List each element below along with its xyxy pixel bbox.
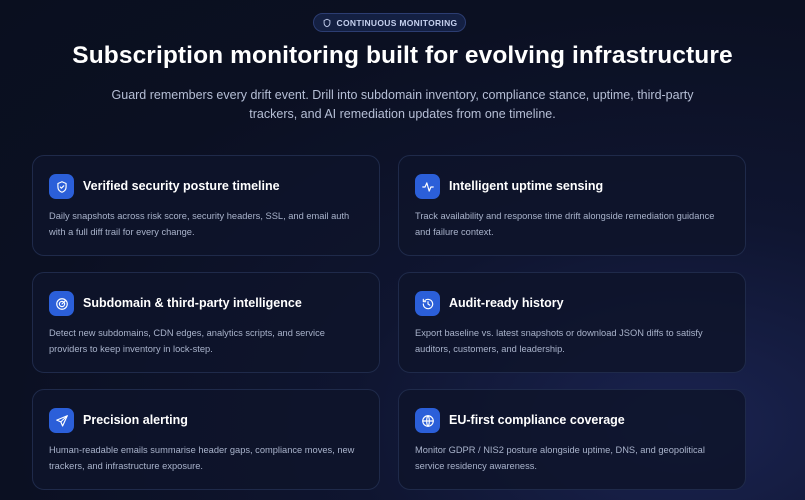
feature-title: Subdomain & third-party intelligence [83,296,302,310]
page-title: Subscription monitoring built for evolvi… [72,42,733,69]
feature-card-audit-history: Audit-ready history Export baseline vs. … [398,272,746,373]
feature-icon-box [415,291,440,316]
feature-title: Audit-ready history [449,296,564,310]
radar-icon [55,297,68,310]
send-icon [55,414,68,427]
feature-icon-box [49,291,74,316]
feature-icon-box [49,408,74,433]
feature-title: Intelligent uptime sensing [449,179,604,193]
section-badge: CONTINUOUS MONITORING [313,13,466,32]
feature-card-eu-compliance: EU-first compliance coverage Monitor GDP… [398,389,746,490]
feature-icon-box [415,408,440,433]
badge-label: CONTINUOUS MONITORING [336,17,458,28]
feature-description: Daily snapshots across risk score, secur… [49,211,350,237]
shield-icon [323,18,330,27]
feature-title: Verified security posture timeline [83,179,280,193]
feature-description: Detect new subdomains, CDN edges, analyt… [49,328,325,354]
feature-title: EU-first compliance coverage [449,413,625,427]
feature-description: Track availability and response time dri… [415,211,715,237]
feature-card-precision-alerting: Precision alerting Human-readable emails… [32,389,380,490]
feature-card-subdomain-intelligence: Subdomain & third-party intelligence Det… [32,272,380,373]
feature-description: Human-readable emails summarise header g… [49,445,355,471]
feature-title: Precision alerting [83,413,188,427]
globe-icon [421,414,434,427]
shield-check-icon [56,180,67,193]
page-subtitle: Guard remembers every drift event. Drill… [111,88,694,121]
feature-card-security-timeline: Verified security posture timeline Daily… [32,155,380,256]
feature-icon-box [415,174,440,199]
feature-description: Export baseline vs. latest snapshots or … [415,328,703,354]
feature-description: Monitor GDPR / NIS2 posture alongside up… [415,445,705,471]
history-icon [422,298,433,309]
activity-icon [421,181,434,192]
feature-card-uptime: Intelligent uptime sensing Track availab… [398,155,746,256]
feature-icon-box [49,174,74,199]
